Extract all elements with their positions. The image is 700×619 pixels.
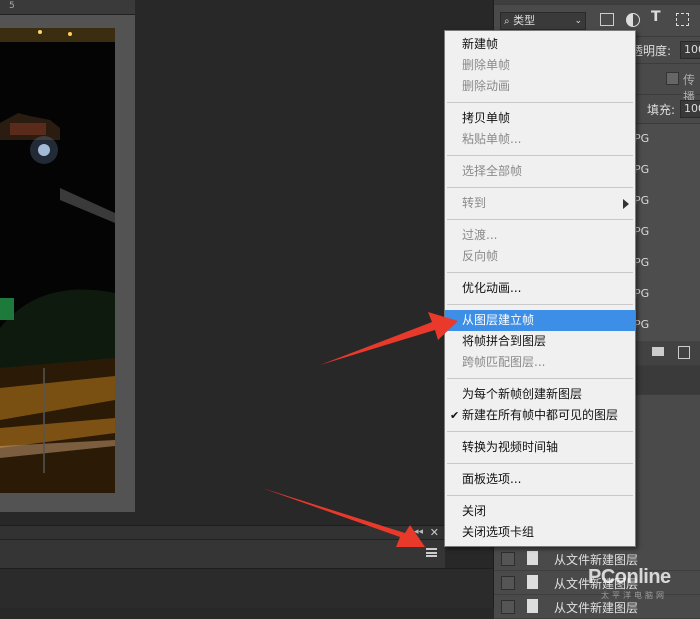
layer-name-suffix: PG	[634, 163, 650, 176]
menu-item-flatten-frames-into-layers[interactable]: 将帧拼合到图层	[445, 331, 635, 352]
search-icon: ⌕	[504, 16, 510, 27]
checkmark-icon: ✔	[450, 409, 460, 422]
menu-separator	[447, 272, 633, 273]
layer-name-suffix: PG	[634, 194, 650, 207]
layer-name-suffix: PG	[634, 256, 650, 269]
document-icon	[527, 599, 538, 613]
pconline-watermark-logo: PConline	[588, 566, 671, 588]
propagate-checkbox[interactable]	[666, 72, 679, 85]
menu-separator	[447, 431, 633, 432]
menu-item-make-frames-from-layers[interactable]: 从图层建立帧	[445, 310, 635, 331]
layer-name: 从文件新建图层	[554, 601, 639, 615]
menu-separator	[447, 187, 633, 188]
menu-item-convert-to-video-timeline[interactable]: 转换为视频时间轴	[445, 437, 635, 458]
adjustment-filter-icon[interactable]	[626, 13, 640, 27]
menu-item-match-layer-across-frames[interactable]: 跨帧匹配图层...	[445, 352, 635, 373]
menu-item-delete-frame[interactable]: 删除单帧	[445, 55, 635, 76]
menu-separator	[447, 304, 633, 305]
menu-item-panel-options[interactable]: 面板选项...	[445, 469, 635, 490]
new-group-folder-icon[interactable]	[652, 347, 664, 356]
timeline-panel-header: ◂◂ ✕	[0, 525, 445, 540]
visibility-checkbox[interactable]	[501, 552, 515, 566]
chevron-down-icon: ⌄	[574, 16, 582, 26]
menu-item-close-tab-group[interactable]: 关闭选项卡组	[445, 522, 635, 543]
submenu-arrow-icon	[623, 199, 629, 209]
photo-canvas	[0, 28, 115, 493]
timeline-panel	[0, 539, 445, 569]
menu-item-goto[interactable]: 转到	[445, 193, 635, 214]
type-filter-icon[interactable]: T	[651, 9, 661, 25]
menu-item-tween[interactable]: 过渡...	[445, 225, 635, 246]
menu-item-select-all-frames[interactable]: 选择全部帧	[445, 161, 635, 182]
visibility-checkbox[interactable]	[501, 576, 515, 590]
visibility-checkbox[interactable]	[501, 600, 515, 614]
new-layer-icon[interactable]	[678, 346, 690, 359]
menu-item-paste-frame[interactable]: 粘贴单帧...	[445, 129, 635, 150]
watermark-subtitle: 太平洋电脑网	[601, 591, 667, 600]
shape-filter-icon[interactable]	[676, 13, 689, 26]
timeline-context-menu: 新建帧 删除单帧 删除动画 拷贝单帧 粘贴单帧... 选择全部帧 转到 过渡..…	[444, 30, 636, 547]
fill-input[interactable]: 100	[680, 100, 700, 118]
menu-item-close[interactable]: 关闭	[445, 501, 635, 522]
menu-item-new-frame[interactable]: 新建帧	[445, 34, 635, 55]
layer-name-suffix: PG	[634, 318, 650, 331]
menu-separator	[447, 378, 633, 379]
fill-label: 填充:	[647, 103, 676, 117]
document-icon	[527, 551, 538, 565]
opacity-input[interactable]: 100	[680, 41, 700, 59]
filter-kind-label: 类型	[513, 14, 536, 27]
document-window: 5	[0, 0, 135, 512]
layer-name-suffix: PG	[634, 287, 650, 300]
layer-row[interactable]: 从文件新建图层	[494, 595, 700, 619]
menu-separator	[447, 463, 633, 464]
menu-item-reverse-frames[interactable]: 反向帧	[445, 246, 635, 267]
menu-item-delete-animation[interactable]: 删除动画	[445, 76, 635, 97]
timeline-frames-area	[0, 568, 493, 608]
menu-separator	[447, 219, 633, 220]
layer-name-suffix: PG	[634, 132, 650, 145]
menu-separator	[447, 495, 633, 496]
close-panel-icon[interactable]: ✕	[430, 526, 439, 539]
menu-item-optimize-animation[interactable]: 优化动画...	[445, 278, 635, 299]
menu-item-copy-frame[interactable]: 拷贝单帧	[445, 108, 635, 129]
document-icon	[527, 575, 538, 589]
pixel-filter-icon[interactable]	[600, 13, 614, 26]
panel-menu-icon[interactable]	[426, 548, 437, 557]
menu-separator	[447, 102, 633, 103]
menu-separator	[447, 155, 633, 156]
collapse-panel-icon[interactable]: ◂◂	[414, 527, 423, 537]
panel-tab-strip	[494, 0, 700, 5]
menu-item-new-layers-visible-in-all-frames[interactable]: ✔ 新建在所有帧中都可见的图层	[445, 405, 635, 426]
filter-kind-select[interactable]: ⌕ 类型 ⌄	[500, 12, 586, 30]
layer-name-suffix: PG	[634, 225, 650, 238]
night-city-photo[interactable]	[0, 28, 115, 493]
opacity-label: 透明度:	[631, 44, 672, 58]
horizontal-ruler: 5	[0, 0, 135, 15]
menu-item-create-layer-for-each-frame[interactable]: 为每个新帧创建新图层	[445, 384, 635, 405]
ruler-tick-label: 5	[9, 1, 15, 11]
